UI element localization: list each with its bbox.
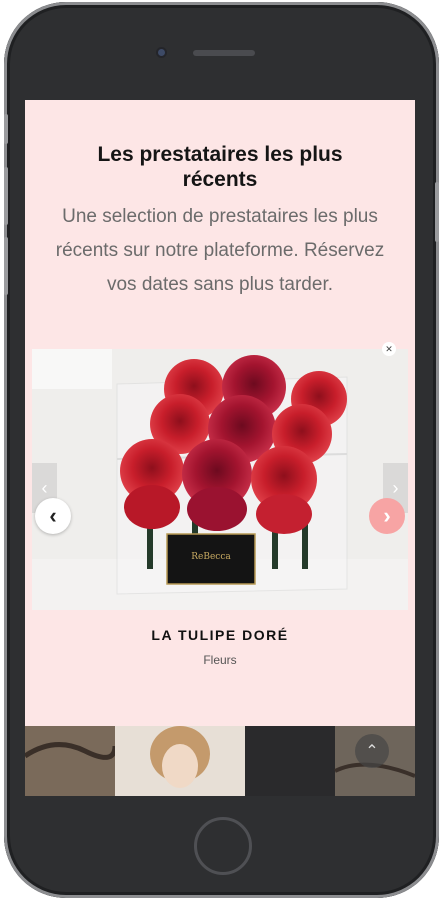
screen: Les prestataires les plus récents Une se…: [25, 100, 415, 796]
power-button: [435, 182, 439, 242]
section-subtitle: Une selection de prestataires les plus r…: [55, 206, 385, 295]
provider-category: Fleurs: [203, 653, 237, 667]
next-section-image: [25, 726, 415, 796]
chevron-up-icon: ⌃: [365, 743, 379, 760]
mute-switch: [4, 114, 8, 144]
carousel-slide-image[interactable]: ReBecca: [32, 349, 408, 610]
volume-down-button: [4, 237, 8, 295]
home-button[interactable]: [194, 817, 252, 875]
chevron-right-icon: ›: [383, 503, 391, 528]
chevron-left-icon: ‹: [49, 503, 57, 528]
wedding-photo-image: [25, 726, 415, 796]
carousel-prev-button[interactable]: ‹: [35, 498, 71, 534]
box-label-text: ReBecca: [191, 552, 231, 562]
roses-box-image: ReBecca: [32, 349, 408, 610]
scroll-to-top-button[interactable]: ⌃: [355, 734, 389, 768]
earpiece-speaker: [193, 50, 255, 56]
front-camera: [158, 49, 165, 56]
section-title: Les prestataires les plus récents: [97, 143, 343, 191]
volume-up-button: [4, 167, 8, 225]
carousel-next-button[interactable]: ›: [369, 498, 405, 534]
provider-name[interactable]: LA TULIPE DORÉ: [25, 627, 415, 643]
close-icon[interactable]: ✕: [382, 342, 396, 356]
